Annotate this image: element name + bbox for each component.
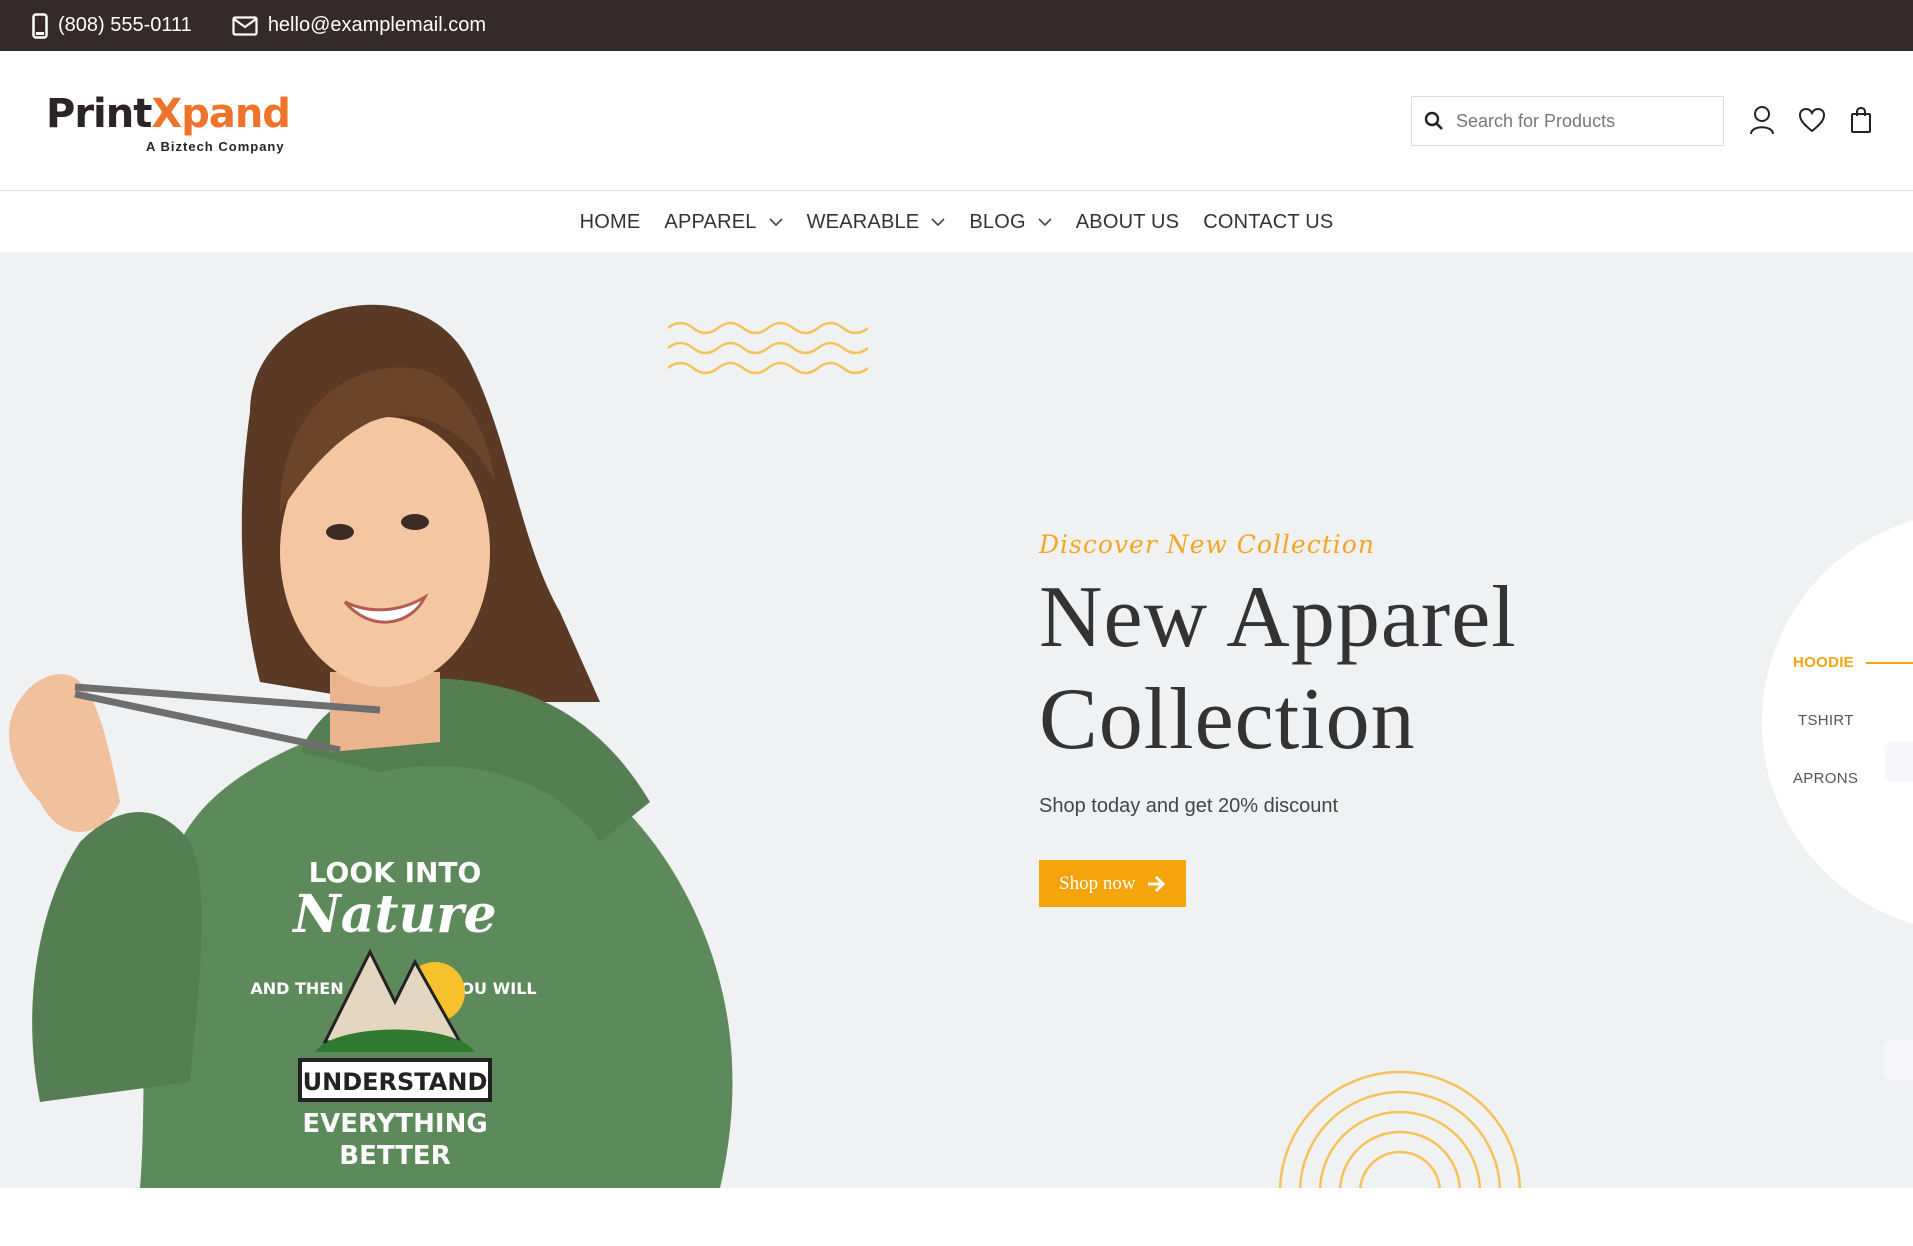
nav-label: HOME bbox=[579, 210, 641, 233]
wishlist-button[interactable] bbox=[1797, 103, 1827, 137]
chevron-down-icon bbox=[931, 217, 945, 226]
account-button[interactable] bbox=[1747, 103, 1777, 137]
mail-icon bbox=[232, 15, 258, 36]
main-navigation: HOME APPAREL WEARABLE BLOG ABOUT US CONT… bbox=[0, 192, 1913, 252]
site-header: PrintXpand A Biztech Company bbox=[0, 51, 1913, 191]
nav-item-about-us[interactable]: ABOUT US bbox=[1076, 211, 1179, 234]
chevron-down-icon bbox=[769, 217, 783, 226]
hero-kicker: Discover New Collection bbox=[1039, 530, 1375, 559]
hero-headline-line-1: New Apparel bbox=[1039, 569, 1517, 666]
nav-item-blog[interactable]: BLOG bbox=[969, 210, 1052, 234]
logo-text-xpand: Xpand bbox=[151, 91, 291, 137]
print-text-better: BETTER bbox=[339, 1141, 450, 1171]
print-text-and-then: AND THEN bbox=[250, 979, 343, 998]
page-bottom-area bbox=[0, 1188, 1913, 1246]
email-contact[interactable]: hello@examplemail.com bbox=[232, 14, 486, 37]
print-text-nature: Nature bbox=[291, 884, 497, 945]
category-aprons[interactable]: APRONS bbox=[1793, 770, 1858, 787]
nav-item-wearable[interactable]: WEARABLE bbox=[807, 211, 946, 234]
print-text-understand: UNDERSTAND bbox=[303, 1068, 488, 1096]
heart-icon bbox=[1798, 107, 1826, 133]
logo-text-print: Print bbox=[46, 91, 152, 137]
chevron-down-icon bbox=[1038, 217, 1052, 226]
print-text-everything: EVERYTHING bbox=[302, 1109, 487, 1139]
logo-tagline: A Biztech Company bbox=[146, 139, 285, 154]
nav-label: APPAREL bbox=[664, 210, 757, 233]
arrow-right-icon bbox=[1147, 875, 1165, 892]
nav-label: CONTACT US bbox=[1203, 210, 1334, 233]
hero-subtitle: Shop today and get 20% discount bbox=[1039, 795, 1339, 817]
side-scroll-handle[interactable] bbox=[1884, 742, 1913, 782]
shop-now-label: Shop now bbox=[1059, 872, 1136, 894]
phone-contact[interactable]: (808) 555-0111 bbox=[32, 12, 192, 39]
shopping-bag-icon bbox=[1851, 106, 1871, 133]
nav-item-apparel[interactable]: APPAREL bbox=[664, 210, 783, 234]
hero-banner: LOOK INTO Nature AND THEN YOU WILL UNDER… bbox=[0, 252, 1913, 1188]
site-logo[interactable]: PrintXpand A Biztech Company bbox=[46, 91, 296, 161]
top-contact-bar: (808) 555-0111 hello@examplemail.com bbox=[0, 0, 1913, 51]
hero-model-image: LOOK INTO Nature AND THEN YOU WILL UNDER… bbox=[9, 304, 733, 1188]
search-icon bbox=[1424, 111, 1443, 130]
shop-now-button[interactable]: Shop now bbox=[1039, 860, 1186, 907]
user-icon bbox=[1750, 106, 1774, 135]
email-address: hello@examplemail.com bbox=[267, 14, 486, 36]
nav-item-contact-us[interactable]: CONTACT US bbox=[1203, 211, 1333, 234]
active-category-indicator bbox=[1866, 662, 1913, 664]
nav-label: WEARABLE bbox=[806, 210, 920, 233]
arc-decoration bbox=[1278, 1070, 1522, 1188]
category-hoodie[interactable]: HOODIE bbox=[1793, 654, 1854, 671]
phone-icon bbox=[32, 12, 48, 39]
cart-button[interactable] bbox=[1846, 103, 1876, 137]
nav-item-home[interactable]: HOME bbox=[580, 211, 641, 234]
hero-headline: New Apparel Collection bbox=[1039, 567, 1517, 771]
category-tshirt[interactable]: TSHIRT bbox=[1798, 712, 1854, 729]
phone-number: (808) 555-0111 bbox=[58, 14, 192, 36]
search-input[interactable] bbox=[1456, 110, 1696, 132]
side-scroll-handle[interactable] bbox=[1884, 1040, 1913, 1080]
nav-label: ABOUT US bbox=[1075, 210, 1180, 233]
hero-headline-line-2: Collection bbox=[1039, 671, 1416, 768]
hero-text-block: Discover New Collection New Apparel Coll… bbox=[1039, 530, 1517, 907]
nav-label: BLOG bbox=[969, 210, 1026, 233]
search-box[interactable] bbox=[1411, 96, 1724, 146]
